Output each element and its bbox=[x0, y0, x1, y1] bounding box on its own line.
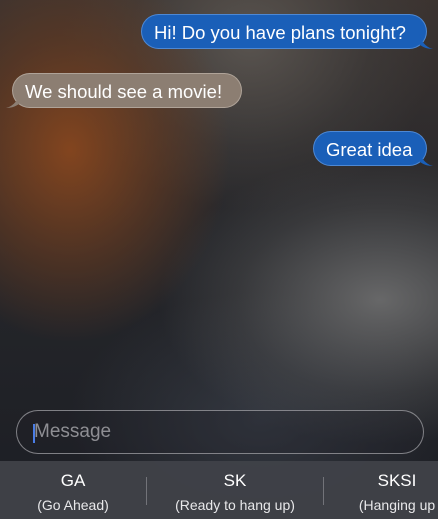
message-input[interactable]: Message bbox=[16, 410, 424, 454]
incoming-message-bubble[interactable]: We should see a movie! bbox=[6, 73, 242, 108]
message-text: We should see a movie! bbox=[25, 81, 223, 102]
suggestion-description: (Go Ahead) bbox=[37, 497, 109, 513]
suggestion-code: SK bbox=[223, 471, 247, 490]
suggestion-code: GA bbox=[60, 471, 86, 490]
predictive-suggestion-bar: GA (Go Ahead) SK (Ready to hang up) SKSI… bbox=[0, 461, 438, 519]
suggestion-description: (Hanging up bbox=[358, 497, 436, 513]
suggestion-description: (Ready to hang up) bbox=[175, 497, 295, 513]
bubble-tail-icon bbox=[419, 33, 433, 49]
bubble-tail-icon bbox=[6, 92, 20, 108]
outgoing-message-bubble[interactable]: Great idea bbox=[313, 131, 433, 166]
message-text: Hi! Do you have plans tonight? bbox=[154, 22, 406, 43]
message-input-placeholder: Message bbox=[34, 421, 112, 442]
suggestion-sk[interactable]: SK (Ready to hang up) bbox=[147, 461, 323, 519]
suggestion-sksi[interactable]: SKSI (Hanging up bbox=[324, 461, 438, 519]
outgoing-message-bubble[interactable]: Hi! Do you have plans tonight? bbox=[141, 14, 433, 49]
bubble-tail-icon bbox=[419, 150, 433, 166]
suggestion-ga[interactable]: GA (Go Ahead) bbox=[0, 461, 146, 519]
suggestion-code: SKSI bbox=[377, 471, 417, 490]
message-text: Great idea bbox=[326, 139, 413, 160]
